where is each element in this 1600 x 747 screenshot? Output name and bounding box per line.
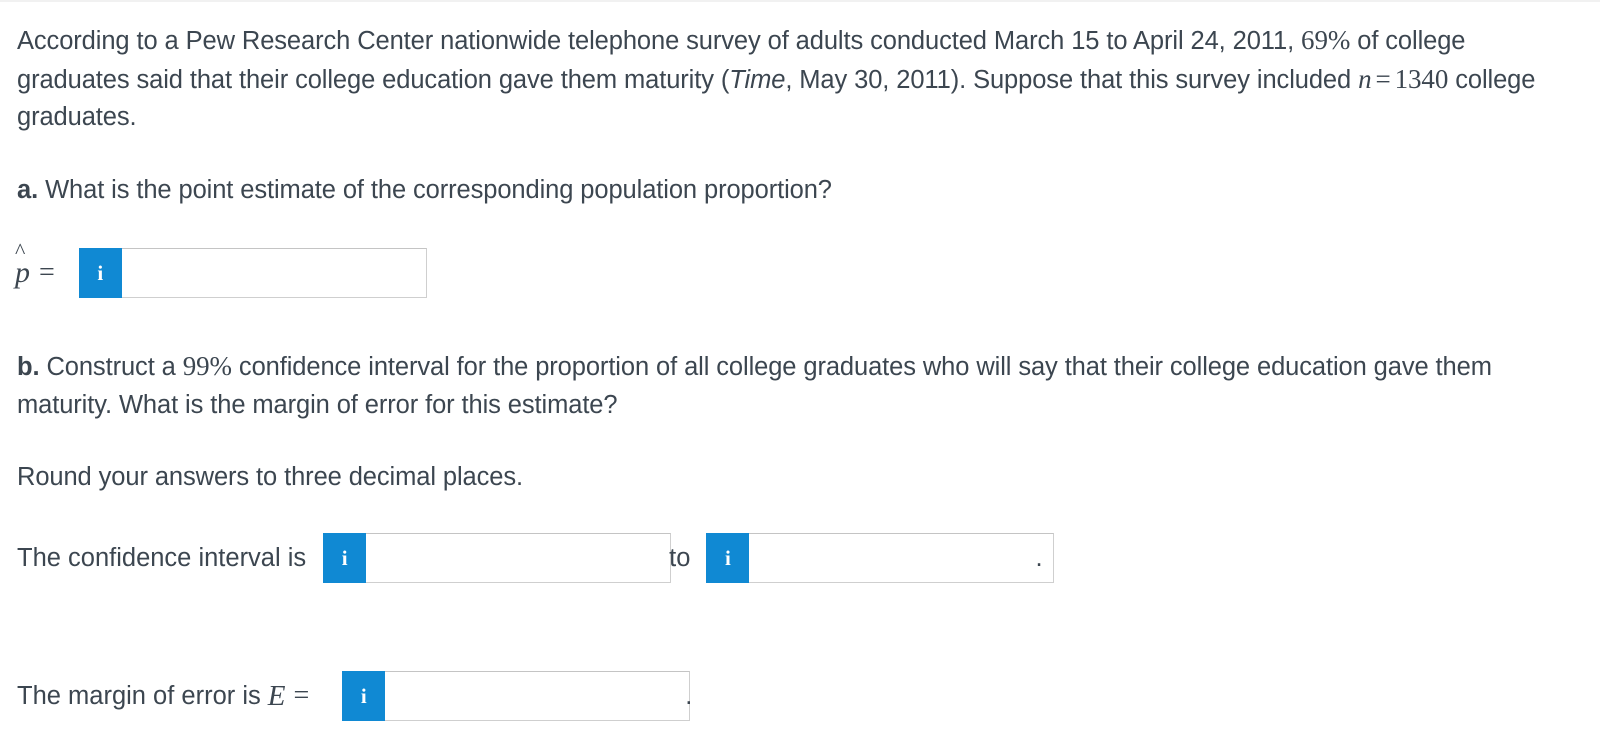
info-icon[interactable]: i: [342, 671, 386, 721]
confidence-interval-label: The confidence interval is: [17, 544, 307, 572]
survey-percent: 69%: [1301, 25, 1351, 55]
info-icon[interactable]: i: [323, 533, 367, 583]
margin-of-error-answer-row: The margin of error is E = i .: [17, 671, 692, 721]
equals-sign: =: [1375, 63, 1391, 94]
point-estimate-input[interactable]: [121, 248, 427, 298]
margin-of-error-trailing-period: .: [685, 682, 693, 710]
p-hat-equals-sign: =: [39, 257, 55, 288]
margin-of-error-equals-sign: =: [293, 680, 310, 711]
margin-of-error-label: The margin of error is: [17, 682, 261, 710]
confidence-interval-trailing-period: .: [1035, 544, 1043, 572]
confidence-interval-answer-row: The confidence interval is i to i .: [17, 533, 1055, 583]
margin-of-error-symbol: E: [267, 680, 286, 712]
rounding-instruction: Round your answers to three decimal plac…: [17, 463, 523, 491]
sample-size-value: 1340: [1394, 63, 1449, 94]
p-hat-symbol: ^ p: [14, 240, 31, 288]
hat-accent-icon: ^: [15, 238, 26, 263]
question-a: a. What is the point estimate of the cor…: [17, 172, 1217, 210]
confidence-interval-upper-field: i: [706, 533, 1055, 583]
info-icon[interactable]: i: [78, 248, 122, 298]
question-a-text: What is the point estimate of the corres…: [38, 176, 832, 204]
question-b-label: b.: [17, 353, 40, 381]
question-b: b. Construct a 99% confidence interval f…: [17, 348, 1537, 424]
problem-page: According to a Pew Research Center natio…: [0, 0, 1600, 747]
confidence-level: 99%: [182, 351, 232, 381]
question-b-text-lead: Construct a: [39, 353, 183, 381]
point-estimate-field: i: [78, 248, 427, 298]
problem-statement: According to a Pew Research Center natio…: [17, 22, 1562, 137]
confidence-interval-lower-input[interactable]: [366, 533, 672, 583]
source-publication: Time: [729, 65, 786, 94]
question-b-text-rest: confidence interval for the proportion o…: [17, 353, 1492, 419]
intro-text-lead: According to a Pew Research Center natio…: [17, 27, 1302, 55]
margin-of-error-field: i: [342, 671, 691, 721]
confidence-interval-upper-input[interactable]: [749, 533, 1055, 583]
question-a-label: a.: [17, 176, 39, 204]
info-icon[interactable]: i: [706, 533, 750, 583]
confidence-interval-lower-field: i: [323, 533, 672, 583]
sample-size-symbol: n: [1358, 63, 1372, 94]
intro-text-after-source: , May 30, 2011). Suppose that this surve…: [785, 65, 1359, 94]
point-estimate-answer-row: ^ p = i: [14, 240, 427, 298]
confidence-interval-join-word: to: [669, 544, 691, 572]
margin-of-error-input[interactable]: [385, 671, 691, 721]
top-divider: [0, 0, 1600, 2]
